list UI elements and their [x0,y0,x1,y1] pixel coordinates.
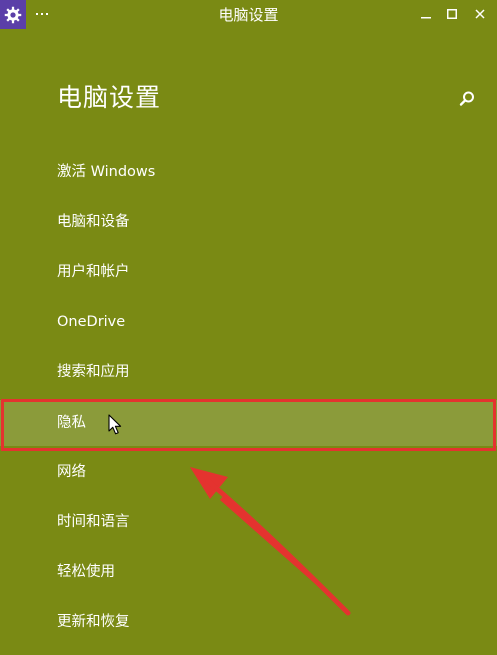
nav-item-label: 时间和语言 [57,514,130,530]
title-bar[interactable]: 电脑设置 [0,0,497,30]
nav-item-network[interactable]: 网络 [0,447,497,497]
nav-item-activate-windows[interactable]: 激活 Windows [0,147,497,197]
nav-item-privacy[interactable]: 隐私 [0,400,497,446]
nav-item-label: 电脑和设备 [57,214,130,230]
minimize-icon [421,17,431,19]
maximize-button[interactable] [438,3,466,25]
nav-item-label: 更新和恢复 [57,614,130,630]
nav-item-ease-of-access[interactable]: 轻松使用 [0,547,497,597]
nav-item-time-and-language[interactable]: 时间和语言 [0,497,497,547]
nav-item-label: 网络 [57,464,86,480]
nav-item-pc-and-devices[interactable]: 电脑和设备 [0,197,497,247]
nav-item-label: 轻松使用 [57,564,115,580]
nav-item-label: 激活 Windows [57,164,156,180]
search-button[interactable] [457,89,477,109]
nav-item-label: 搜索和应用 [57,364,130,380]
nav-item-update-and-recovery[interactable]: 更新和恢复 [0,597,497,647]
nav-item-accounts[interactable]: 用户和帐户 [0,247,497,297]
nav-item-label: 隐私 [57,415,86,431]
close-button[interactable] [466,3,494,25]
page-title: 电脑设置 [57,83,162,112]
nav-item-label: OneDrive [57,314,126,330]
mouse-pointer-icon [108,414,122,435]
nav-item-onedrive[interactable]: OneDrive [0,297,497,347]
nav-item-label: 用户和帐户 [57,264,130,280]
search-icon [459,91,474,106]
close-icon [475,9,485,19]
maximize-icon [447,9,457,19]
nav-item-search-and-apps[interactable]: 搜索和应用 [0,347,497,397]
pc-settings-window: 电脑设置 电脑设置 激活 Windows 电脑和设备 用户和帐户 OneDriv… [0,0,497,655]
minimize-button[interactable] [412,3,440,25]
